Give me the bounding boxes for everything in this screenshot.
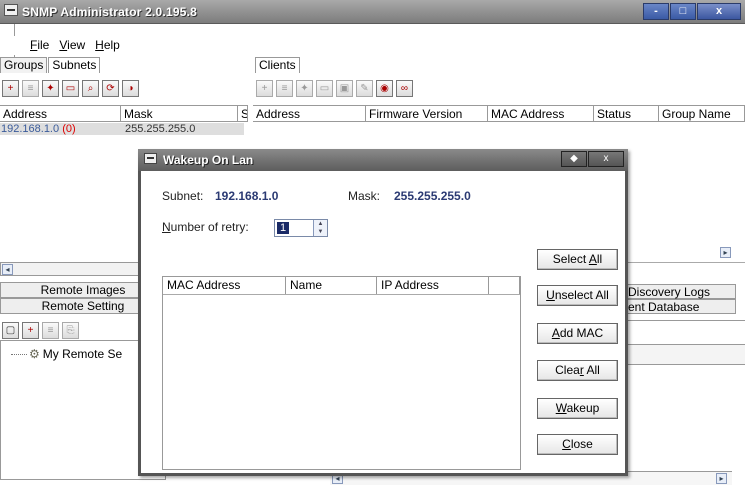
client-grid-header: Address Firmware Version MAC Address Sta… xyxy=(253,105,745,122)
tab-groups[interactable]: Groups xyxy=(0,57,48,73)
tab-discovery-logs[interactable]: Discovery Logs xyxy=(626,284,736,299)
col-client-address[interactable]: Address xyxy=(253,106,366,122)
mask-label: Mask: xyxy=(348,189,381,203)
system-menu-icon[interactable] xyxy=(4,4,18,16)
right-hscroll[interactable]: ▸ xyxy=(620,246,732,260)
left-tabs: Groups Subnets xyxy=(0,57,101,73)
tree-item-label: My Remote Se xyxy=(42,347,123,361)
window-controls: - □ x xyxy=(642,3,741,20)
mask-value: 255.255.255.0 xyxy=(394,189,471,203)
remote-toolbar: ▢ + ≡ ⎘ xyxy=(2,320,79,340)
spin-down-icon[interactable]: ▼ xyxy=(314,228,327,236)
col-status[interactable]: Status xyxy=(594,106,659,122)
subnet-grid-header: Address Mask S xyxy=(0,105,248,122)
retry-value[interactable]: 1 xyxy=(277,222,289,234)
tab-clients[interactable]: Clients xyxy=(255,57,300,73)
retry-spin-arrows[interactable]: ▲ ▼ xyxy=(313,220,327,236)
scroll-left-icon[interactable]: ◂ xyxy=(2,264,13,275)
wakeup-button[interactable]: Wakeup xyxy=(537,398,618,419)
disk-icon[interactable]: ◉ xyxy=(376,79,393,97)
bottom-scroll-right-icon[interactable]: ▸ xyxy=(716,473,727,484)
scroll-right-icon[interactable]: ▸ xyxy=(720,247,731,258)
remove-remote-icon[interactable]: ≡ xyxy=(42,321,59,339)
col-mac[interactable]: MAC Address xyxy=(488,106,594,122)
mac-list-header: MAC Address Name IP Address xyxy=(163,277,520,295)
close-button[interactable]: x xyxy=(697,3,741,20)
menu-bar: File View Help xyxy=(0,36,745,55)
dialog-title-bar[interactable]: Wakeup On Lan ◆ x xyxy=(138,149,628,171)
left-toolbar: + ≡ ✦ ▭ ⌕ ⟳ ◑ xyxy=(2,78,139,98)
dialog-controls: ◆ x xyxy=(560,151,624,167)
col-ip-address[interactable]: IP Address xyxy=(377,277,489,294)
window-title: SNMP Administrator 2.0.195.8 xyxy=(22,5,197,19)
remote-setting-icon: ⚙ xyxy=(29,347,40,361)
dialog-body: Subnet: 192.168.1.0 Mask: 255.255.255.0 … xyxy=(141,171,625,473)
tree-connector xyxy=(11,354,27,355)
window-icon[interactable]: ▭ xyxy=(62,79,79,97)
col-s[interactable]: S xyxy=(238,106,248,122)
menu-view[interactable]: View xyxy=(59,36,85,55)
title-bar[interactable]: SNMP Administrator 2.0.195.8 - □ x xyxy=(0,0,745,24)
menu-file[interactable]: File xyxy=(30,36,49,55)
clear-all-button[interactable]: Clear All xyxy=(537,360,618,381)
right-bottom-tabs: Discovery Logs ent Database xyxy=(626,284,736,314)
table-row[interactable]: 192.168.1.0 (0) 255.255.255.0 xyxy=(0,123,244,135)
remove-subnet-icon[interactable]: ≡ xyxy=(22,79,39,97)
tab-subnets[interactable]: Subnets xyxy=(48,57,101,73)
col-firmware[interactable]: Firmware Version xyxy=(366,106,488,122)
col-mask[interactable]: Mask xyxy=(121,106,238,122)
left-hscroll[interactable]: ◂ xyxy=(0,262,145,276)
search-icon[interactable]: ⌕ xyxy=(82,79,99,97)
dialog-close-icon[interactable]: x xyxy=(588,151,624,167)
dialog-title: Wakeup On Lan xyxy=(163,153,254,167)
new-icon[interactable]: ▢ xyxy=(2,321,19,339)
col-name[interactable]: Name xyxy=(286,277,377,294)
client-window-icon[interactable]: ▭ xyxy=(316,79,333,97)
col-address[interactable]: Address xyxy=(0,106,121,122)
unselect-all-button[interactable]: Unselect All xyxy=(537,285,618,306)
row-mask: 255.255.255.0 xyxy=(120,123,244,135)
add-subnet-icon[interactable]: + xyxy=(2,79,19,97)
monitor-icon[interactable]: ▣ xyxy=(336,79,353,97)
add-remote-icon[interactable]: + xyxy=(22,321,39,339)
select-all-button[interactable]: Select All xyxy=(537,249,618,270)
minimize-button[interactable]: - xyxy=(643,3,669,20)
wakeup-icon[interactable]: ◑ xyxy=(122,79,139,97)
add-mac-button[interactable]: Add MAC xyxy=(537,323,618,344)
menu-help[interactable]: Help xyxy=(95,36,120,55)
col-group-name[interactable]: Group Name xyxy=(659,106,745,122)
right-toolbar: + ≡ ✦ ▭ ▣ ✎ ◉ ∞ xyxy=(256,78,413,98)
right-bottom-header xyxy=(626,345,745,365)
mac-list[interactable]: MAC Address Name IP Address xyxy=(162,276,521,470)
subnet-label: Subnet: xyxy=(162,189,204,203)
properties-icon[interactable]: ✦ xyxy=(42,79,59,97)
refresh-icon[interactable]: ⟳ xyxy=(102,79,119,97)
close-dialog-button[interactable]: Close xyxy=(537,434,618,455)
right-divider xyxy=(626,262,745,263)
tree-item-my-remote[interactable]: ⚙ My Remote Se xyxy=(11,347,123,361)
retry-stepper[interactable]: 1 ▲ ▼ xyxy=(274,219,328,237)
col-extra xyxy=(489,277,520,294)
spin-up-icon[interactable]: ▲ xyxy=(314,220,327,228)
wakeup-dialog: Wakeup On Lan ◆ x Subnet: 192.168.1.0 Ma… xyxy=(138,149,628,476)
add-client-icon[interactable]: + xyxy=(256,79,273,97)
right-bottom-toolbar xyxy=(626,320,745,345)
tools-icon[interactable]: ✎ xyxy=(356,79,373,97)
col-mac-address[interactable]: MAC Address xyxy=(163,277,286,294)
right-tabs: Clients xyxy=(255,57,301,73)
maximize-button[interactable]: □ xyxy=(670,3,696,20)
copy-icon[interactable]: ⎘ xyxy=(62,321,79,339)
dialog-help-button[interactable]: ◆ xyxy=(561,151,587,167)
client-properties-icon[interactable]: ✦ xyxy=(296,79,313,97)
subnet-value: 192.168.1.0 xyxy=(215,189,279,203)
retry-label: Number of retry: xyxy=(162,220,249,234)
row-address: 192.168.1.0 (0) xyxy=(0,123,120,135)
remove-client-icon[interactable]: ≡ xyxy=(276,79,293,97)
binoculars-icon[interactable]: ∞ xyxy=(396,79,413,97)
dialog-system-menu-icon[interactable] xyxy=(144,153,157,164)
tab-client-database[interactable]: ent Database xyxy=(626,299,736,314)
